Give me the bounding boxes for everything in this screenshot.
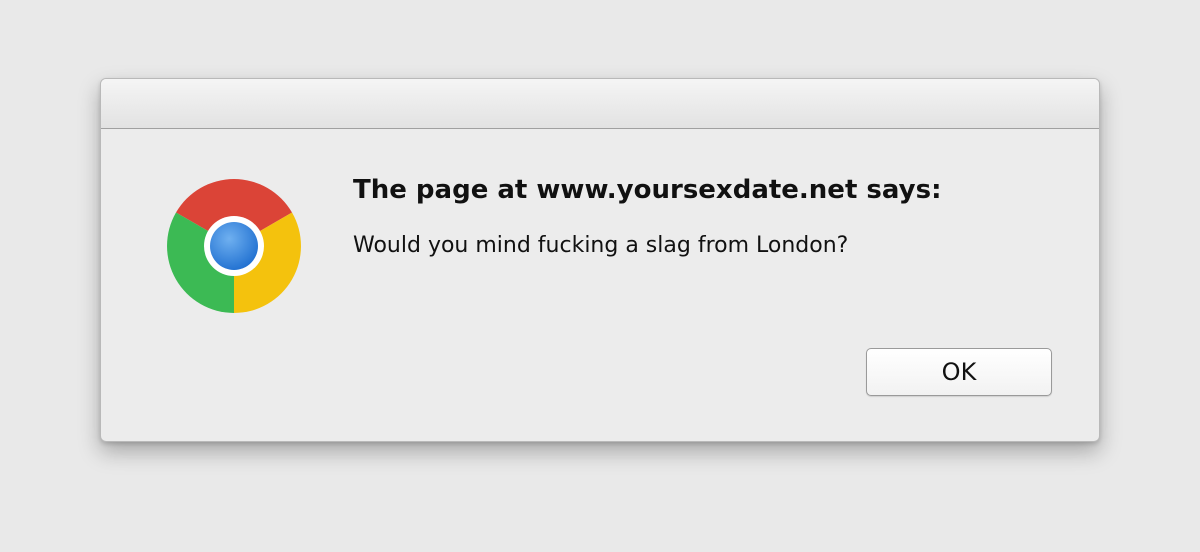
- ok-button[interactable]: OK: [866, 348, 1052, 396]
- dialog-heading: The page at www.yoursexdate.net says:: [353, 175, 942, 205]
- alert-dialog: The page at www.yoursexdate.net says: Wo…: [100, 78, 1100, 442]
- dialog-message: Would you mind fucking a slag from Londo…: [353, 233, 849, 258]
- dialog-titlebar: [101, 79, 1099, 129]
- chrome-logo-icon: [167, 179, 301, 313]
